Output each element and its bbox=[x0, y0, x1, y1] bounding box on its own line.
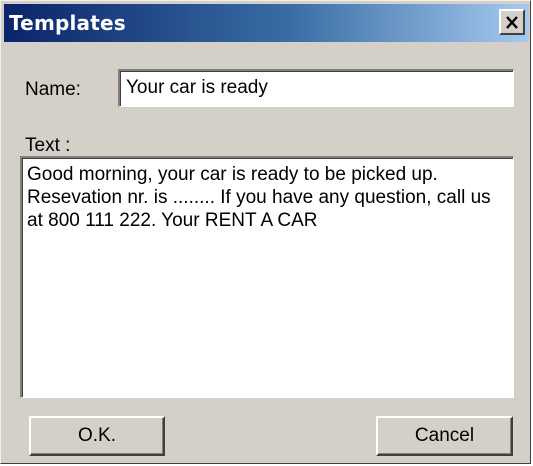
cancel-button[interactable]: Cancel bbox=[376, 416, 513, 456]
close-icon bbox=[505, 15, 519, 29]
name-label: Name: bbox=[25, 79, 81, 100]
close-button[interactable] bbox=[499, 9, 525, 35]
title-bar[interactable]: Templates bbox=[4, 4, 529, 42]
name-input[interactable]: Your car is ready bbox=[118, 69, 514, 107]
ok-button[interactable]: O.K. bbox=[29, 416, 165, 456]
window-title: Templates bbox=[9, 11, 126, 35]
text-label: Text : bbox=[25, 135, 71, 156]
template-text-area[interactable]: Good morning, your car is ready to be pi… bbox=[20, 156, 514, 398]
templates-dialog: Templates Name: Your car is ready Text :… bbox=[0, 0, 531, 464]
